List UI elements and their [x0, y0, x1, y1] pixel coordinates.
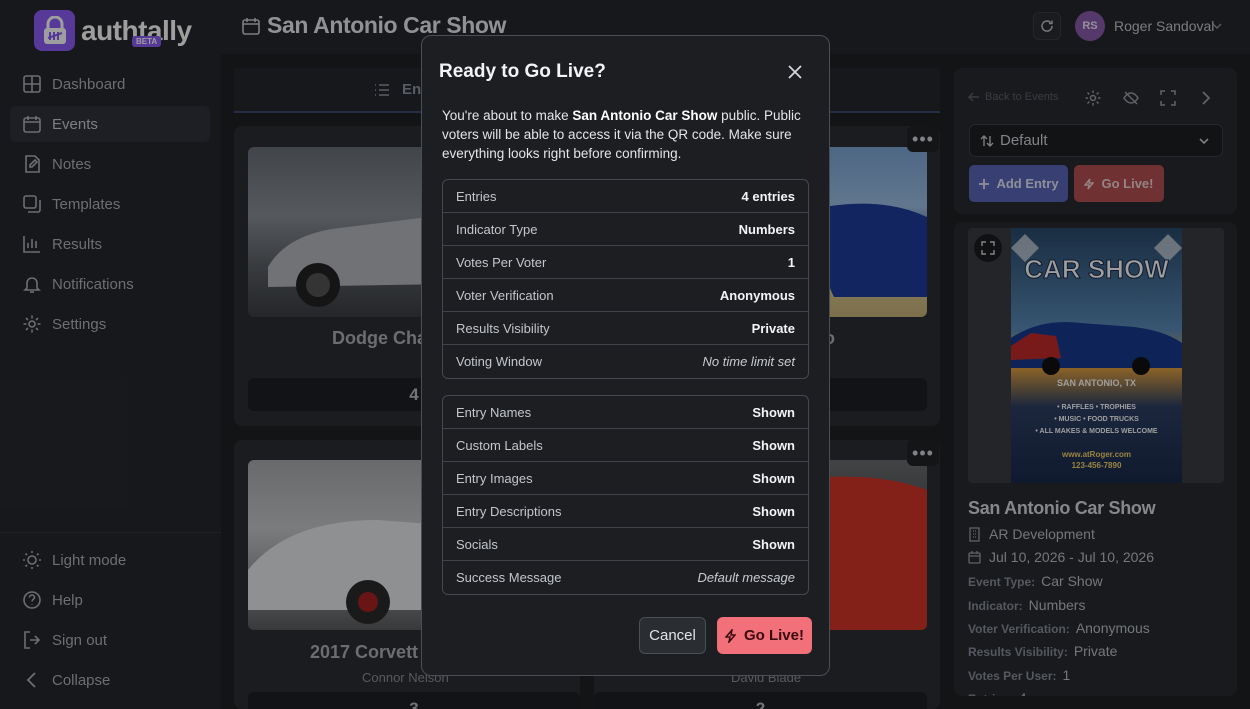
row-key: Entries [456, 188, 497, 204]
row-key: Votes Per Voter [456, 254, 547, 270]
display-settings-table: Entry Names Shown Custom Labels Shown Entr… [442, 395, 809, 595]
desc-prefix: You're about to make [442, 108, 573, 123]
table-row: Entries 4 entries [443, 180, 808, 213]
table-row: Socials Shown [443, 528, 808, 561]
row-value: Numbers [738, 221, 795, 237]
table-row: Entry Descriptions Shown [443, 495, 808, 528]
row-key: Custom Labels [456, 437, 543, 453]
row-value: 1 [787, 254, 795, 270]
row-value: No time limit set [702, 354, 795, 369]
table-row: Indicator Type Numbers [443, 213, 808, 246]
lightning-icon [724, 628, 736, 643]
row-key: Voter Verification [456, 287, 554, 303]
table-row: Entry Names Shown [443, 396, 808, 429]
desc-event-name: San Antonio Car Show [572, 108, 718, 123]
table-row: Success Message Default message [443, 561, 808, 594]
row-key: Success Message [456, 570, 562, 585]
row-key: Indicator Type [456, 221, 538, 237]
settings-summary-table: Entries 4 entries Indicator Type Numbers V… [442, 179, 809, 379]
row-value: Shown [752, 470, 795, 486]
row-value: 4 entries [741, 188, 795, 204]
row-key: Results Visibility [456, 320, 550, 336]
row-value: Private [751, 320, 795, 336]
modal-description: You're about to make San Antonio Car Sho… [442, 106, 812, 163]
table-row: Results Visibility Private [443, 312, 808, 345]
table-row: Entry Images Shown [443, 462, 808, 495]
row-value: Shown [752, 437, 795, 453]
row-value: Shown [752, 536, 795, 552]
confirm-go-live-button[interactable]: Go Live! [717, 617, 812, 654]
modal-title: Ready to Go Live? [439, 61, 606, 82]
confirm-label: Go Live! [743, 627, 804, 644]
row-key: Socials [456, 536, 498, 552]
table-row: Voting Window No time limit set [443, 345, 808, 378]
go-live-modal: Ready to Go Live? You're about to make S… [421, 35, 830, 676]
row-value: Default message [697, 570, 795, 585]
row-value: Anonymous [719, 287, 795, 303]
table-row: Votes Per Voter 1 [443, 246, 808, 279]
row-value: Shown [752, 503, 795, 519]
cancel-button[interactable]: Cancel [639, 617, 706, 654]
row-key: Entry Names [456, 404, 532, 420]
row-key: Voting Window [456, 354, 542, 369]
row-key: Entry Images [456, 470, 533, 486]
table-row: Custom Labels Shown [443, 429, 808, 462]
row-value: Shown [752, 404, 795, 420]
close-icon[interactable] [786, 63, 804, 81]
table-row: Voter Verification Anonymous [443, 279, 808, 312]
row-key: Entry Descriptions [456, 503, 562, 519]
